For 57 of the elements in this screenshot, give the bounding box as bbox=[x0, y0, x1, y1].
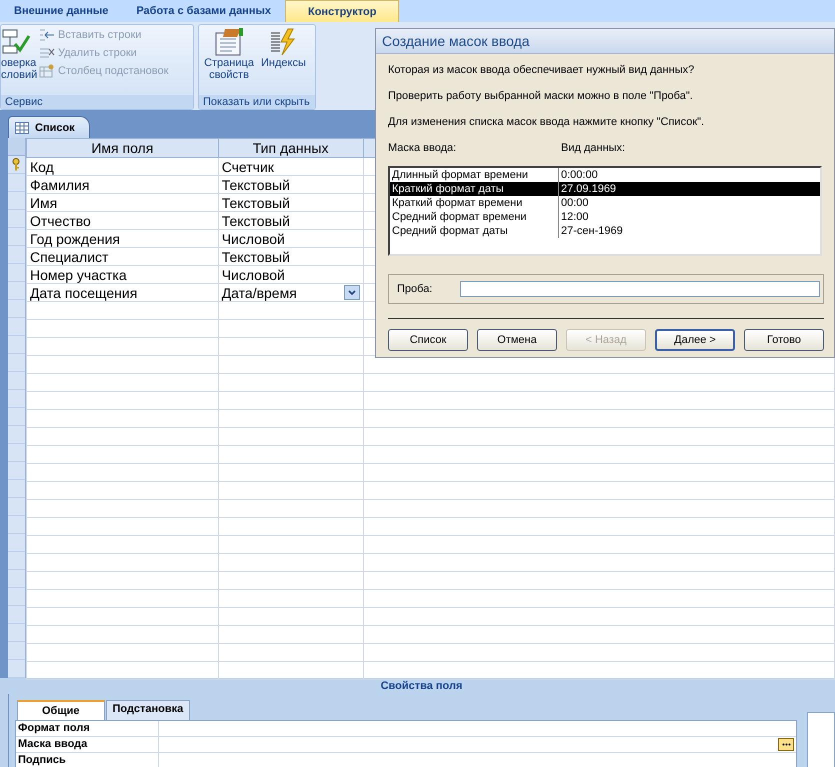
chevron-down-icon bbox=[348, 290, 356, 296]
lookup-column-icon bbox=[39, 64, 55, 78]
table-cell: Фамилия bbox=[26, 176, 218, 194]
dialog-title: Создание масок ввода bbox=[376, 29, 834, 54]
mask-option[interactable]: Средний формат даты 27-сен-1969 bbox=[390, 224, 820, 238]
list-header: Вид данных: bbox=[561, 142, 626, 154]
field-label: Проба: bbox=[397, 283, 432, 295]
property-label: Маска ввода bbox=[16, 737, 159, 752]
ellipsis-icon bbox=[782, 743, 790, 746]
table-cell: Отчество bbox=[26, 212, 218, 230]
data-type-dropdown[interactable]: Дата/время bbox=[218, 284, 364, 302]
table-cell: Год рождения bbox=[26, 230, 218, 248]
column-header[interactable]: Тип данных bbox=[218, 138, 364, 158]
builder-button[interactable] bbox=[778, 738, 794, 751]
table-cell: Номер участка bbox=[26, 266, 218, 284]
ribbon-tab[interactable]: Работа с базами данных bbox=[122, 0, 285, 22]
dialog-button[interactable]: Список bbox=[388, 329, 468, 351]
table-cell: Текстовый bbox=[218, 248, 364, 266]
mask-option[interactable]: Краткий формат даты 27.09.1969 bbox=[390, 182, 820, 196]
ribbon-tab[interactable]: Внешние данные bbox=[0, 0, 122, 22]
dialog-button[interactable]: Далее > bbox=[655, 329, 735, 351]
ribbon-button[interactable]: Страница свойств bbox=[203, 27, 255, 93]
mask-list[interactable]: Длинный формат времени 0:00:00 Краткий формат даты 27.09.1969 Краткий формат времени 00:00 Средний формат времени 12:00 Средний формат даты 27-сен-1969 bbox=[388, 166, 822, 256]
property-tab[interactable]: Подстановка bbox=[106, 700, 190, 720]
ribbon-button[interactable]: Индексы bbox=[259, 27, 308, 93]
property-label: Формат поля bbox=[16, 721, 159, 736]
table-cell: Числовой bbox=[218, 266, 364, 284]
ribbon-tab[interactable]: Конструктор bbox=[285, 0, 400, 22]
column-header[interactable]: Имя поля bbox=[26, 138, 218, 158]
key-icon bbox=[12, 158, 20, 171]
help-panel bbox=[807, 712, 835, 767]
table-cell: Специалист bbox=[26, 248, 218, 266]
list-header: Маска ввода: bbox=[388, 142, 458, 154]
dialog-button[interactable]: Готово bbox=[744, 329, 824, 351]
table-cell: Счетчик bbox=[218, 158, 364, 176]
dialog-text: Для изменения списка масок ввода нажмите кнопку "Список". bbox=[388, 116, 706, 128]
document-tab[interactable]: Список bbox=[8, 116, 90, 138]
table-cell: Имя bbox=[26, 194, 218, 212]
dialog-button[interactable]: Отмена bbox=[477, 329, 557, 351]
property-label: Подпись bbox=[16, 753, 159, 767]
table-cell: Дата посещения bbox=[26, 284, 218, 302]
dialog-text: Проверить работу выбранной маски можно в поле "Проба". bbox=[388, 90, 694, 102]
table-cell: Текстовый bbox=[218, 194, 364, 212]
table-icon bbox=[15, 122, 29, 134]
table-cell: Текстовый bbox=[218, 176, 364, 194]
table-cell: Числовой bbox=[218, 230, 364, 248]
property-tab[interactable]: Общие bbox=[17, 700, 105, 720]
row-selector[interactable] bbox=[8, 156, 25, 174]
table-cell: Код bbox=[26, 158, 218, 176]
property-sheet-icon bbox=[213, 27, 245, 57]
group-label: Сервис bbox=[1, 95, 193, 109]
table-cell: Текстовый bbox=[218, 212, 364, 230]
group-label: Показать или скрыть bbox=[199, 95, 315, 109]
insert-rows-icon bbox=[39, 28, 55, 42]
dialog-text: Которая из масок ввода обеспечивает нужный вид данных? bbox=[388, 64, 696, 76]
delete-rows-icon bbox=[39, 46, 55, 60]
input-field[interactable] bbox=[460, 281, 820, 297]
